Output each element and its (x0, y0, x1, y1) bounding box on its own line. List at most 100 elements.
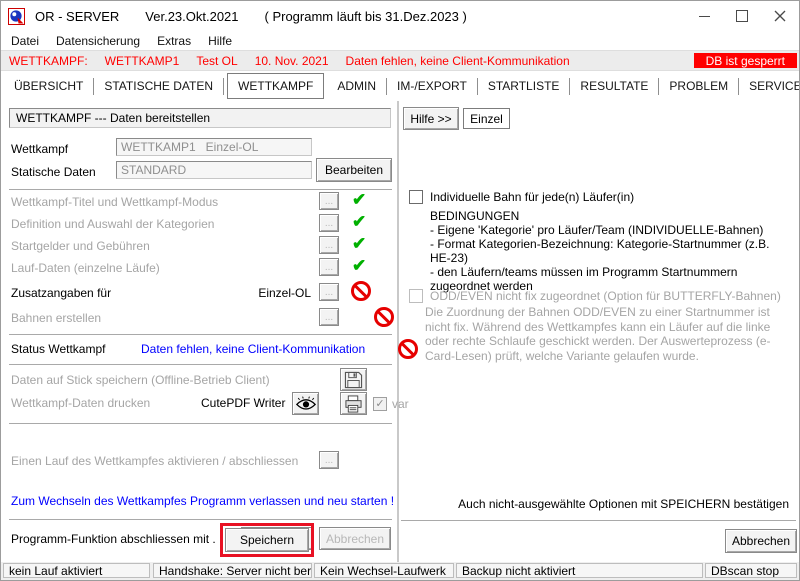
db-locked-badge: DB ist gesperrt (694, 53, 797, 68)
oddeven-checkbox-label: ODD/EVEN nicht fix zugeordnet (Option fü… (430, 289, 781, 303)
separator-line (9, 519, 392, 523)
blocked-icon (398, 339, 418, 359)
menu-extras[interactable]: Extras (157, 34, 191, 48)
tab-admin[interactable]: ADMIN (327, 72, 386, 100)
status-wettkampf-value: Daten fehlen, keine Client-Kommunikation (141, 342, 365, 356)
statische-daten-field[interactable] (116, 161, 312, 179)
individual-course-label: Individuelle Bahn für jede(n) Läufer(in) (430, 190, 634, 204)
activate-run-label: Einen Lauf des Wettkampfes aktivieren / … (11, 454, 298, 468)
print-data-label: Wettkampf-Daten drucken (11, 396, 150, 410)
panel-divider (397, 101, 399, 564)
left-abbrechen-button[interactable]: Abbrechen (319, 527, 391, 550)
check-icon: ✔ (352, 235, 366, 252)
var-checkbox[interactable]: ✓ (373, 397, 387, 411)
task-label: Zusatzangaben für (11, 286, 111, 300)
check-icon: ✔ (352, 257, 366, 274)
alert-wettkampf-label: WETTKAMPF: (9, 54, 88, 68)
tab-statische-daten[interactable]: STATISCHE DATEN (94, 72, 223, 100)
left-panel-title: WETTKAMPF --- Daten bereitstellen (16, 111, 210, 125)
tab-uebersicht[interactable]: ÜBERSICHT (4, 72, 93, 100)
conditions-title: BEDINGUNGEN (430, 209, 519, 223)
window-controls (685, 1, 799, 31)
task-ellipsis-button[interactable]: ... (319, 236, 339, 254)
window-version: Ver.23.Okt.2021 (145, 9, 238, 24)
task-ellipsis-button[interactable]: ... (319, 214, 339, 232)
speichern-highlight-box: Speichern (220, 523, 314, 557)
floppy-icon (344, 371, 363, 389)
save-to-stick-label: Daten auf Stick speichern (Offline-Betri… (11, 373, 270, 387)
tab-wettkampf-active[interactable]: WETTKAMPF (227, 73, 324, 99)
status-bar: kein Lauf aktiviert Handshake: Server ni… (1, 562, 799, 580)
oddeven-note: Die Zuordnung der Bahnen ODD/EVEN zu ein… (425, 305, 785, 363)
title-bar: OR - SERVER Ver.23.Okt.2021 ( Programm l… (1, 1, 799, 31)
minimize-button[interactable] (685, 1, 723, 31)
blocked-icon (374, 307, 394, 327)
tab-resultate[interactable]: RESULTATE (570, 72, 658, 100)
activate-run-ellipsis-button[interactable]: ... (319, 451, 339, 469)
statische-daten-label: Statische Daten (11, 165, 96, 179)
task-ellipsis-button[interactable]: ... (319, 283, 339, 301)
close-button[interactable] (761, 1, 799, 31)
app-icon (8, 8, 25, 25)
minimize-icon (699, 16, 710, 17)
status-wettkampf-label: Status Wettkampf (11, 342, 105, 356)
maximize-button[interactable] (723, 1, 761, 31)
statusbar-handshake: Handshake: Server nicht berei (153, 563, 312, 578)
alert-status-text: Daten fehlen, keine Client-Kommunikation (346, 54, 570, 68)
speichern-button[interactable]: Speichern (225, 528, 309, 552)
statusbar-dbscan: DBscan stop (705, 563, 797, 578)
main-content: WETTKAMPF --- Daten bereitstellen Wettka… (1, 101, 799, 564)
tab-im-export[interactable]: IM-/EXPORT (387, 72, 477, 100)
wettkampf-field[interactable] (116, 138, 312, 156)
tab-bar: ÜBERSICHT STATISCHE DATEN WETTKAMPF ADMI… (4, 71, 796, 101)
menu-bar: Datei Datensicherung Extras Hilfe (1, 31, 799, 50)
competition-alert-bar: WETTKAMPF: WETTKAMP1 Test OL 10. Nov. 20… (1, 50, 799, 71)
task-value: Einzel-OL (249, 286, 311, 300)
printer-name: CutePDF Writer (201, 396, 285, 410)
tab-service[interactable]: SERVICE (739, 72, 800, 100)
maximize-icon (736, 10, 748, 22)
print-button[interactable] (340, 392, 367, 415)
separator-line (401, 520, 796, 524)
condition-item: - Eigene 'Kategorie' pro Läufer/Team (IN… (430, 223, 770, 237)
task-ellipsis-button[interactable]: ... (319, 192, 339, 210)
window-validity: ( Programm läuft bis 31.Dez.2023 ) (265, 9, 467, 24)
right-abbrechen-button[interactable]: Abbrechen (725, 529, 797, 553)
save-to-stick-button[interactable] (340, 368, 367, 391)
task-label: Startgelder und Gebühren (11, 239, 150, 253)
statusbar-run-status: kein Lauf aktiviert (3, 563, 150, 578)
tab-startliste[interactable]: STARTLISTE (478, 72, 570, 100)
task-ellipsis-button[interactable]: ... (319, 258, 339, 276)
task-label: Definition und Auswahl der Kategorien (11, 217, 214, 231)
var-checkbox-label: var (392, 397, 409, 411)
alert-competition-date: 10. Nov. 2021 (255, 54, 329, 68)
hilfe-button[interactable]: Hilfe >> (403, 107, 459, 130)
confirm-note: Auch nicht-ausgewählte Optionen mit SPEI… (401, 497, 789, 511)
task-ellipsis-button[interactable]: ... (319, 308, 339, 326)
eye-icon (295, 396, 317, 411)
finish-function-label: Programm-Funktion abschliessen mit . . . (11, 532, 229, 546)
conditions-list: - Eigene 'Kategorie' pro Läufer/Team (IN… (430, 223, 770, 293)
condition-item: - Format Kategorien-Bezeichnung: Kategor… (430, 237, 770, 265)
individual-course-checkbox[interactable] (409, 190, 423, 204)
wettkampf-label: Wettkampf (11, 142, 68, 156)
blocked-icon (351, 281, 371, 301)
tab-problem[interactable]: PROBLEM (659, 72, 738, 100)
oddeven-checkbox[interactable] (409, 289, 423, 303)
menu-hilfe[interactable]: Hilfe (208, 34, 232, 48)
window-title: OR - SERVER (35, 9, 119, 24)
task-label: Lauf-Daten (einzelne Läufe) (11, 261, 160, 275)
bearbeiten-button[interactable]: Bearbeiten (316, 158, 392, 182)
menu-datensicherung[interactable]: Datensicherung (56, 34, 140, 48)
check-icon: ✔ (352, 191, 366, 208)
printer-icon (344, 395, 363, 413)
statusbar-drive: Kein Wechsel-Laufwerk (314, 563, 454, 578)
statusbar-backup: Backup nicht aktiviert (456, 563, 703, 578)
einzel-mode-tab[interactable]: Einzel (463, 108, 510, 129)
checkmark-icon: ✓ (375, 399, 384, 410)
app-window: OR - SERVER Ver.23.Okt.2021 ( Programm l… (0, 0, 800, 581)
restart-note: Zum Wechseln des Wettkampfes Programm ve… (11, 494, 394, 508)
print-preview-button[interactable] (292, 392, 319, 415)
close-icon (774, 10, 786, 22)
menu-datei[interactable]: Datei (11, 34, 39, 48)
